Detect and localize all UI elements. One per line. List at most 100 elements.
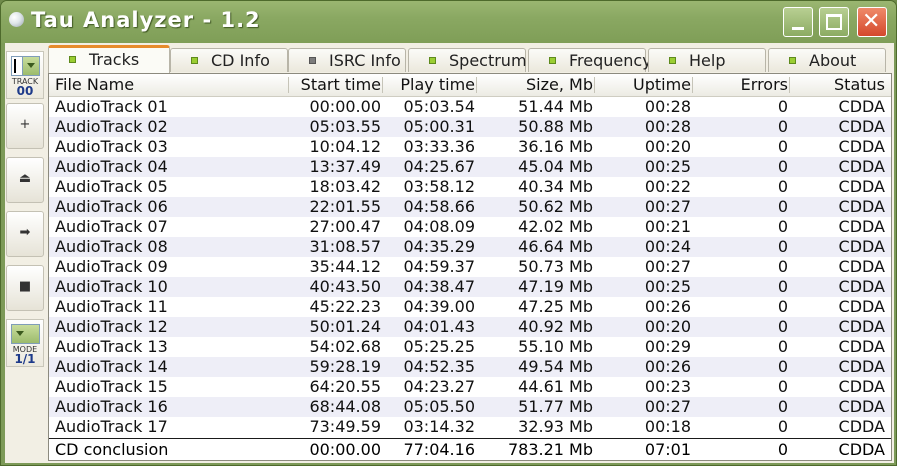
tab-spectrum[interactable]: Spectrum bbox=[408, 48, 527, 72]
table-row[interactable]: AudioTrack 15 64:20.55 04:23.27 44.61 Mb 00:… bbox=[49, 377, 891, 397]
stop-button[interactable]: ■ bbox=[6, 265, 44, 311]
column-header-uptime[interactable]: Uptime bbox=[595, 74, 693, 96]
cell-file-name: AudioTrack 05 bbox=[55, 177, 168, 196]
cell-status: CDDA bbox=[838, 217, 885, 236]
column-header-start-time[interactable]: Start time bbox=[289, 74, 383, 96]
cell-status: CDDA bbox=[838, 137, 885, 156]
close-button[interactable]: ✕ bbox=[857, 7, 887, 37]
cell-errors: 0 bbox=[777, 217, 788, 236]
title-bar[interactable]: Tau Analyzer - 1.2 ✕ bbox=[1, 1, 896, 43]
cell-status: CDDA bbox=[838, 257, 885, 276]
cell-play-time: 04:25.67 bbox=[403, 157, 475, 176]
minimize-button[interactable] bbox=[783, 7, 813, 37]
forward-button[interactable]: ➡ bbox=[6, 211, 44, 257]
cell-play-time: 04:59.37 bbox=[403, 257, 475, 276]
cell-start-time: 73:49.59 bbox=[309, 417, 381, 436]
cell-file-name: AudioTrack 12 bbox=[55, 317, 168, 336]
add-button[interactable]: + bbox=[6, 103, 44, 149]
table-row[interactable]: AudioTrack 02 05:03.55 05:00.31 50.88 Mb 00:… bbox=[49, 117, 891, 137]
cell-uptime: 00:20 bbox=[644, 317, 691, 336]
tab-indicator-icon bbox=[549, 57, 556, 64]
cell-play-time: 04:01.43 bbox=[403, 317, 475, 336]
table-body: AudioTrack 01 00:00.00 05:03.54 51.44 Mb 00:… bbox=[49, 97, 891, 437]
table-row[interactable]: AudioTrack 05 18:03.42 03:58.12 40.34 Mb 00:… bbox=[49, 177, 891, 197]
table-row[interactable]: AudioTrack 04 13:37.49 04:25.67 45.04 Mb 00:… bbox=[49, 157, 891, 177]
column-header-play-time[interactable]: Play time bbox=[383, 74, 477, 96]
cell-status: CDDA bbox=[838, 177, 885, 196]
cell-file-name: AudioTrack 10 bbox=[55, 277, 168, 296]
column-header-file-name[interactable]: File Name bbox=[55, 74, 289, 96]
tab-tracks[interactable]: Tracks bbox=[48, 45, 170, 73]
cell-status: CDDA bbox=[838, 337, 885, 356]
cell-uptime: 00:26 bbox=[644, 297, 691, 316]
cell-status: CDDA bbox=[838, 297, 885, 316]
table-row[interactable]: AudioTrack 11 45:22.23 04:39.00 47.25 Mb 00:… bbox=[49, 297, 891, 317]
cell-uptime: 00:28 bbox=[644, 117, 691, 136]
table-row[interactable]: AudioTrack 14 59:28.19 04:52.35 49.54 Mb 00:… bbox=[49, 357, 891, 377]
cell-errors: 0 bbox=[777, 157, 788, 176]
track-number: 00 bbox=[16, 84, 34, 98]
cell-uptime: 00:22 bbox=[644, 177, 691, 196]
table-row[interactable]: AudioTrack 17 73:49.59 03:14.32 32.93 Mb 00:… bbox=[49, 417, 891, 437]
table-row[interactable]: AudioTrack 07 27:00.47 04:08.09 42.02 Mb 00:… bbox=[49, 217, 891, 237]
table-row[interactable]: AudioTrack 16 68:44.08 05:05.50 51.77 Mb 00:… bbox=[49, 397, 891, 417]
cell-start-time: 50:01.24 bbox=[309, 317, 381, 336]
cell-status: CDDA bbox=[838, 157, 885, 176]
eject-button[interactable]: ⏏ bbox=[6, 157, 44, 203]
table-row[interactable]: AudioTrack 01 00:00.00 05:03.54 51.44 Mb 00:… bbox=[49, 97, 891, 117]
table-row[interactable]: AudioTrack 03 10:04.12 03:33.36 36.16 Mb 00:… bbox=[49, 137, 891, 157]
cell-start-time: 31:08.57 bbox=[309, 237, 381, 256]
column-header-errors[interactable]: Errors bbox=[693, 74, 790, 96]
table-header: File Name Start time Play time Size, Mb … bbox=[49, 74, 891, 97]
cell-file-name: AudioTrack 09 bbox=[55, 257, 168, 276]
column-header-status[interactable]: Status bbox=[790, 74, 885, 96]
table-total-row[interactable]: CD conclusion 00:00.00 77:04.16 783.21 M… bbox=[49, 438, 891, 460]
mode-selector: MODE 1/1 bbox=[6, 319, 44, 367]
cell-play-time: 03:58.12 bbox=[403, 177, 475, 196]
maximize-button[interactable] bbox=[819, 7, 849, 37]
cell-uptime: 00:24 bbox=[644, 237, 691, 256]
cell-size: 32.93 Mb bbox=[518, 417, 593, 436]
tab-indicator-icon bbox=[191, 57, 198, 64]
track-dropdown[interactable] bbox=[11, 56, 40, 76]
table-row[interactable]: AudioTrack 09 35:44.12 04:59.37 50.73 Mb 00:… bbox=[49, 257, 891, 277]
cell-start-time: 68:44.08 bbox=[309, 397, 381, 416]
cell-file-name: AudioTrack 17 bbox=[55, 417, 168, 436]
cell-size: 45.04 Mb bbox=[518, 157, 593, 176]
close-icon: ✕ bbox=[862, 9, 881, 34]
chevron-down-icon[interactable] bbox=[12, 325, 39, 343]
cell-uptime: 00:27 bbox=[644, 397, 691, 416]
table-row[interactable]: AudioTrack 06 22:01.55 04:58.66 50.62 Mb 00:… bbox=[49, 197, 891, 217]
tab-cd-info[interactable]: CD Info bbox=[170, 48, 288, 72]
cell-status: CDDA bbox=[838, 317, 885, 336]
total-status: CDDA bbox=[838, 440, 885, 459]
table-row[interactable]: AudioTrack 08 31:08.57 04:35.29 46.64 Mb 00:… bbox=[49, 237, 891, 257]
maximize-icon bbox=[826, 14, 842, 30]
eject-icon: ⏏ bbox=[18, 171, 32, 186]
cell-start-time: 27:00.47 bbox=[309, 217, 381, 236]
column-header-size[interactable]: Size, Mb bbox=[477, 74, 595, 96]
cell-status: CDDA bbox=[838, 237, 885, 256]
cell-play-time: 05:03.54 bbox=[403, 97, 475, 116]
chevron-down-icon[interactable] bbox=[22, 57, 39, 75]
tab-help[interactable]: Help bbox=[648, 48, 766, 72]
cell-uptime: 00:27 bbox=[644, 257, 691, 276]
cell-errors: 0 bbox=[777, 97, 788, 116]
table-row[interactable]: AudioTrack 12 50:01.24 04:01.43 40.92 Mb 00:… bbox=[49, 317, 891, 337]
cell-size: 47.19 Mb bbox=[518, 277, 593, 296]
cell-status: CDDA bbox=[838, 397, 885, 416]
table-row[interactable]: AudioTrack 13 54:02.68 05:25.25 55.10 Mb 00:… bbox=[49, 337, 891, 357]
cell-start-time: 22:01.55 bbox=[309, 197, 381, 216]
cell-play-time: 04:08.09 bbox=[403, 217, 475, 236]
cell-uptime: 00:20 bbox=[644, 137, 691, 156]
cell-play-time: 04:52.35 bbox=[403, 357, 475, 376]
cell-start-time: 00:00.00 bbox=[309, 97, 381, 116]
tab-about[interactable]: About bbox=[768, 48, 886, 72]
tab-isrc-info[interactable]: ISRC Info bbox=[288, 48, 406, 72]
cell-size: 50.62 Mb bbox=[518, 197, 593, 216]
table-row[interactable]: AudioTrack 10 40:43.50 04:38.47 47.19 Mb 00:… bbox=[49, 277, 891, 297]
tab-frequency[interactable]: Frequency bbox=[528, 48, 652, 72]
total-file-name: CD conclusion bbox=[55, 440, 169, 459]
mode-dropdown[interactable] bbox=[11, 324, 40, 344]
cell-play-time: 04:58.66 bbox=[403, 197, 475, 216]
